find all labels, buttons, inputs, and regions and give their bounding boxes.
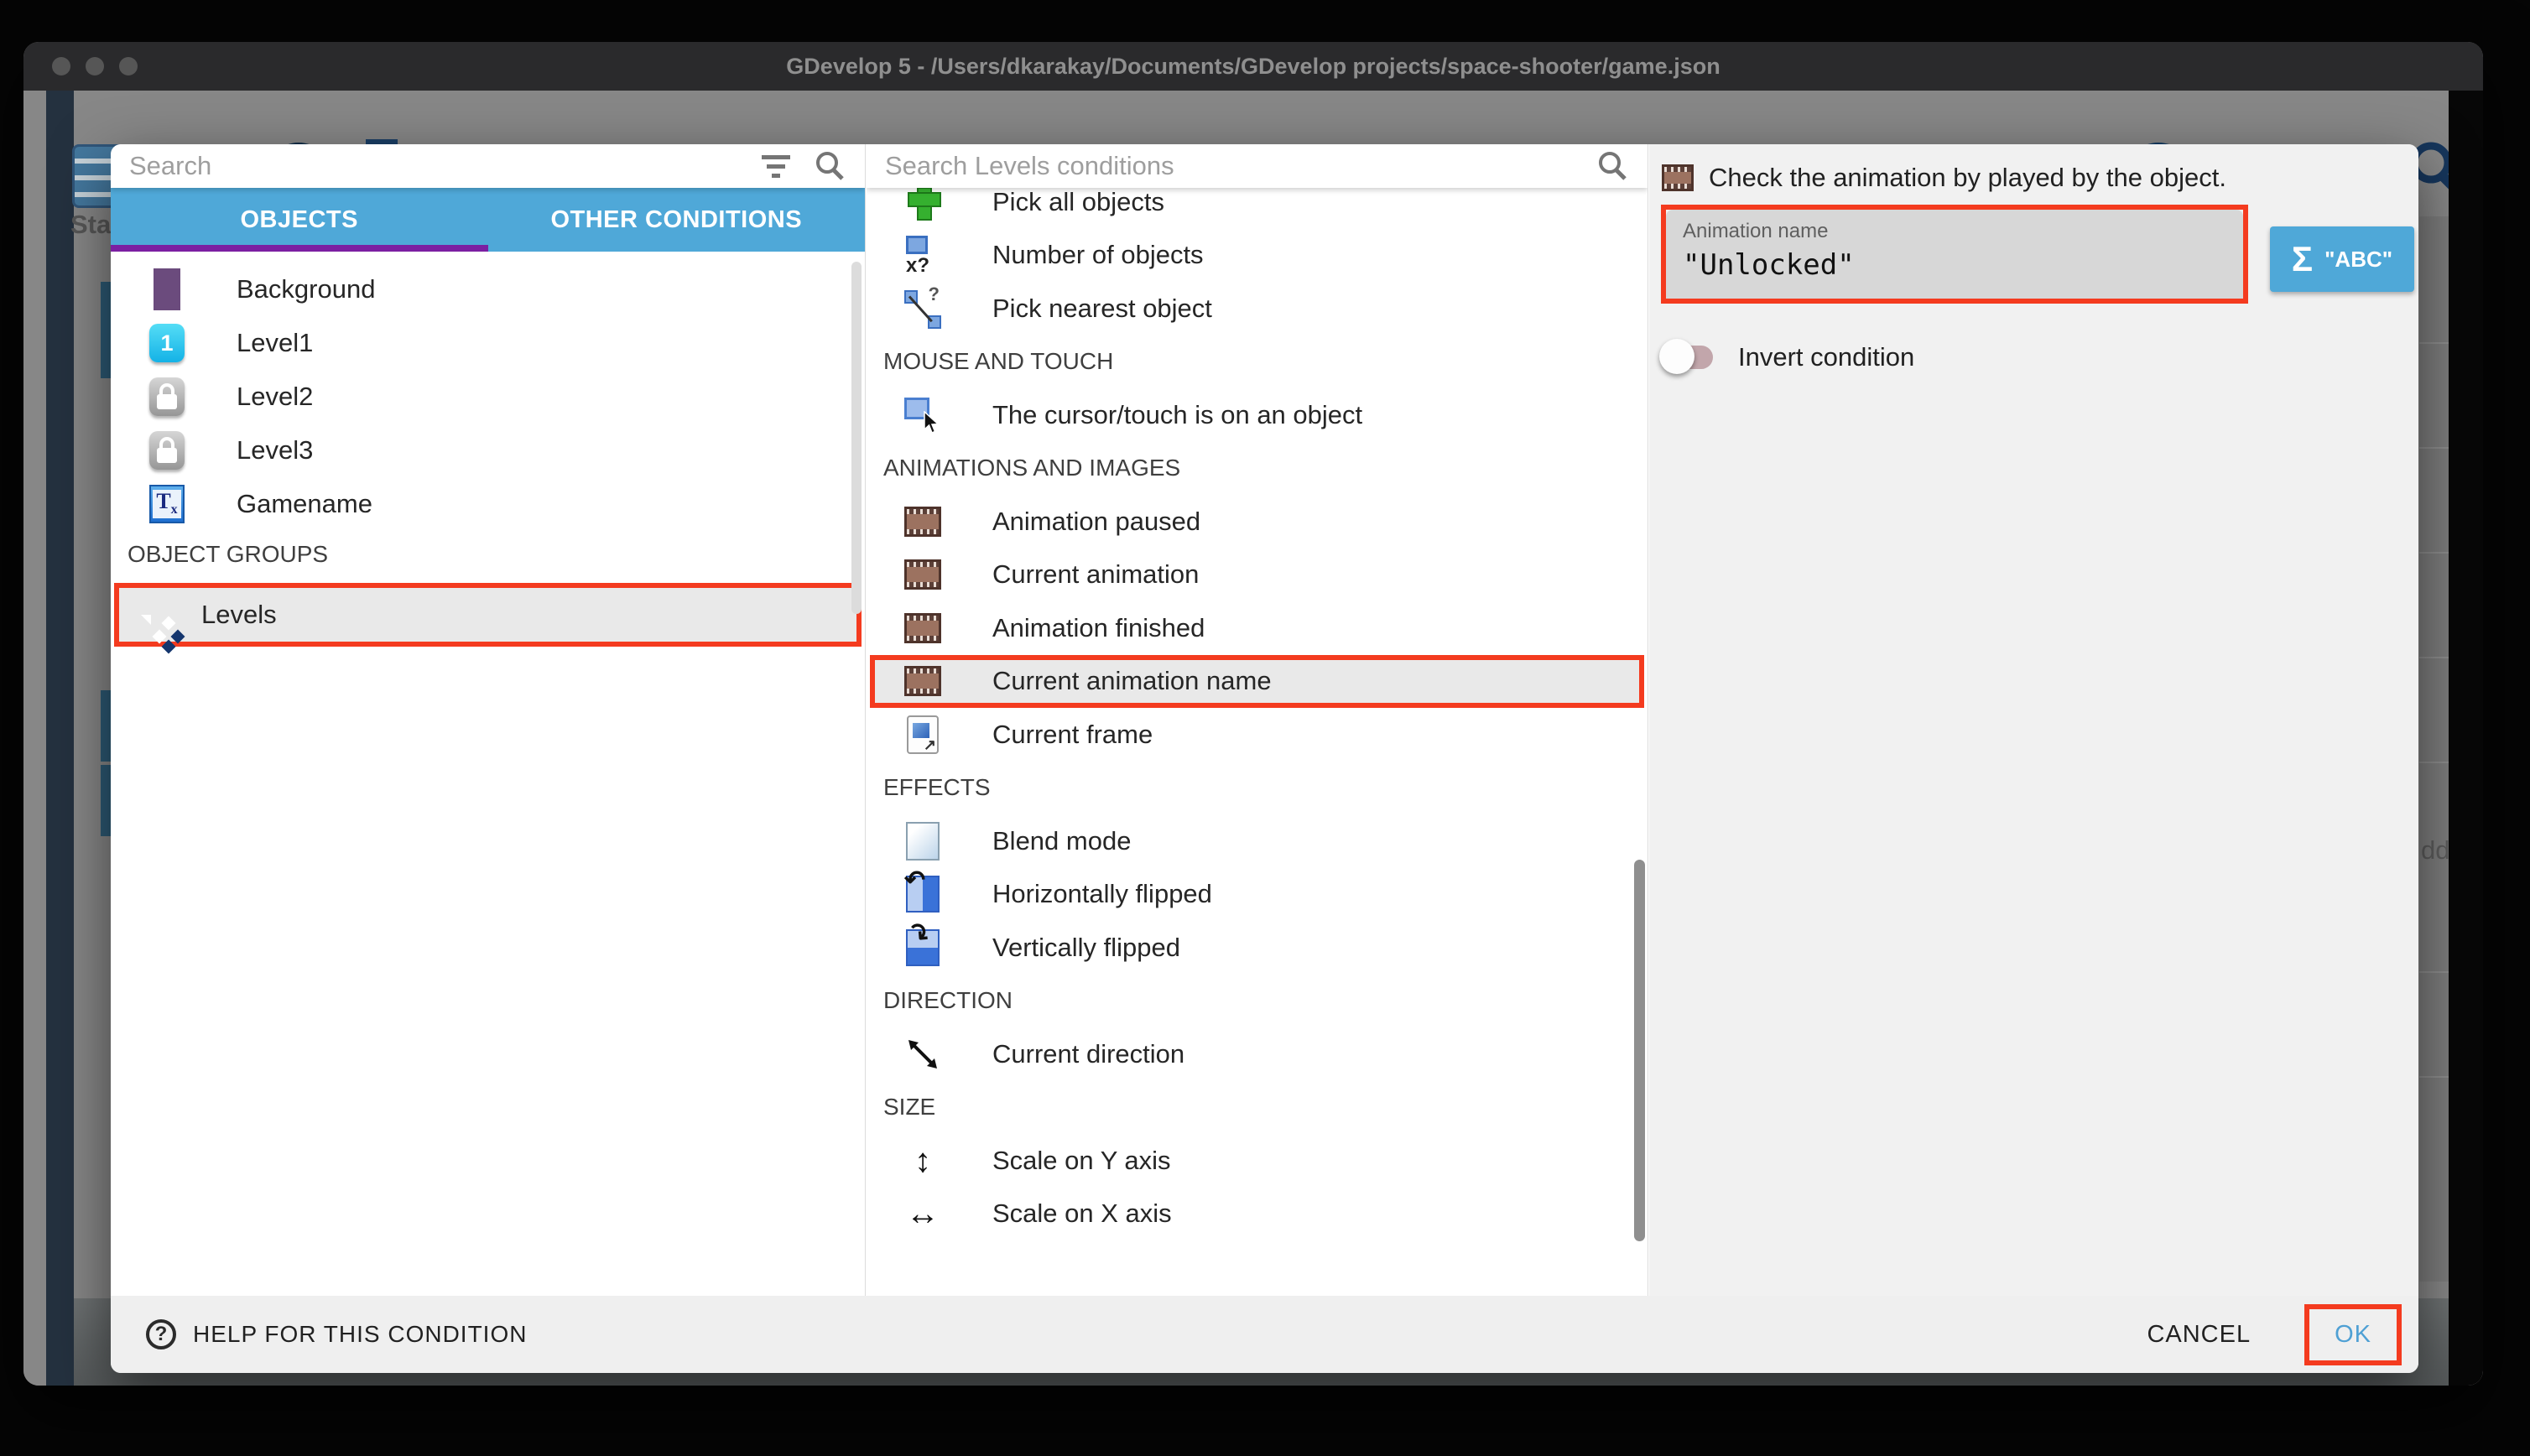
- purple-sprite-icon: [148, 268, 186, 310]
- text-object-icon: Tx: [148, 483, 186, 525]
- editor-dark-area: [2449, 91, 2483, 1386]
- condition-list-panel: Pick all objects x? Number of objects ? …: [867, 144, 1648, 1296]
- cancel-button[interactable]: CANCEL: [2130, 1309, 2267, 1360]
- invert-condition-row: Invert condition: [1659, 342, 1914, 372]
- condition-parameters-panel: Check the animation by played by the obj…: [1649, 144, 2418, 1296]
- direction-icon: [903, 1033, 942, 1075]
- animation-name-value[interactable]: "Unlocked": [1683, 248, 2226, 282]
- scale-x-icon: ↔: [903, 1193, 942, 1235]
- level1-button-icon: 1: [148, 322, 186, 364]
- search-icon: [1596, 149, 1629, 183]
- condition-scale-y[interactable]: ↕ Scale on Y axis: [867, 1134, 1648, 1188]
- cursor-on-object-icon: [903, 394, 942, 436]
- film-icon: [903, 660, 942, 702]
- frame-icon: [903, 714, 942, 756]
- expression-editor-button[interactable]: Σ "ABC": [2270, 226, 2414, 292]
- locked-button-icon: [148, 429, 186, 471]
- condition-search-row: [867, 144, 1648, 188]
- object-list: Background 1 Level1 Level2 Level3 Tx Gam…: [111, 252, 865, 647]
- list-item-level3[interactable]: Level3: [111, 424, 865, 477]
- animation-name-field[interactable]: Animation name "Unlocked": [1666, 210, 2243, 299]
- locked-button-icon: [148, 376, 186, 418]
- list-item-background[interactable]: Background: [111, 263, 865, 316]
- dialog-footer: ? HELP FOR THIS CONDITION CANCEL OK: [111, 1296, 2418, 1373]
- blend-mode-icon: [903, 820, 942, 862]
- selector-tabs: OBJECTS OTHER CONDITIONS: [111, 188, 865, 252]
- filter-icon[interactable]: [761, 153, 791, 179]
- zoom-window-button[interactable]: [119, 57, 138, 75]
- ok-button-annotation: OK: [2304, 1304, 2402, 1365]
- vertical-flip-icon: [903, 927, 942, 969]
- condition-number-of-objects[interactable]: x? Number of objects: [867, 229, 1648, 283]
- animation-name-field-annotation: Animation name "Unlocked": [1661, 205, 2248, 304]
- object-search-row: [111, 144, 865, 188]
- object-search-input[interactable]: [129, 151, 761, 181]
- section-mouse-and-touch: MOUSE AND TOUCH: [867, 335, 1648, 389]
- condition-list-scrollbar[interactable]: [1634, 860, 1645, 1241]
- window-title: GDevelop 5 - /Users/dkarakay/Documents/G…: [786, 54, 1720, 80]
- edit-condition-dialog: OBJECTS OTHER CONDITIONS Background 1 Le…: [111, 144, 2418, 1373]
- condition-search-input[interactable]: [885, 151, 1596, 181]
- condition-current-animation-name[interactable]: Current animation name: [870, 655, 1644, 709]
- close-window-button[interactable]: [52, 57, 70, 75]
- film-icon: [903, 607, 942, 649]
- condition-animation-finished[interactable]: Animation finished: [867, 601, 1648, 655]
- tab-objects[interactable]: OBJECTS: [111, 188, 488, 252]
- film-icon: [1662, 164, 1694, 191]
- horizontal-flip-icon: [903, 873, 942, 915]
- section-size: SIZE: [867, 1081, 1648, 1135]
- sigma-icon: Σ: [2292, 239, 2313, 279]
- film-icon: [903, 554, 942, 595]
- section-animations-and-images: ANIMATIONS AND IMAGES: [867, 442, 1648, 496]
- condition-horizontally-flipped[interactable]: Horizontally flipped: [867, 868, 1648, 922]
- list-item-gamename[interactable]: Tx Gamename: [111, 477, 865, 531]
- condition-animation-paused[interactable]: Animation paused: [867, 495, 1648, 549]
- animation-name-label: Animation name: [1683, 220, 2226, 243]
- condition-vertically-flipped[interactable]: Vertically flipped: [867, 921, 1648, 975]
- object-groups-header: OBJECT GROUPS: [111, 531, 865, 578]
- condition-cursor-on-object[interactable]: The cursor/touch is on an object: [867, 388, 1648, 442]
- list-item-level1[interactable]: 1 Level1: [111, 316, 865, 370]
- minimize-window-button[interactable]: [86, 57, 104, 75]
- object-selector-panel: OBJECTS OTHER CONDITIONS Background 1 Le…: [111, 144, 866, 1296]
- traffic-lights: [52, 57, 138, 75]
- object-list-scrollbar[interactable]: [851, 262, 862, 614]
- section-direction: DIRECTION: [867, 975, 1648, 1028]
- film-icon: [903, 501, 942, 543]
- condition-pick-nearest-object[interactable]: ? Pick nearest object: [867, 282, 1648, 335]
- search-icon: [813, 149, 846, 183]
- scale-y-icon: ↕: [903, 1140, 942, 1182]
- section-effects: EFFECTS: [867, 762, 1648, 815]
- condition-blend-mode[interactable]: Blend mode: [867, 814, 1648, 868]
- events-sheet-left-strip: [46, 91, 74, 1386]
- pick-nearest-icon: ?: [903, 288, 942, 330]
- condition-list: Pick all objects x? Number of objects ? …: [867, 175, 1648, 1240]
- condition-description-row: Check the animation by played by the obj…: [1662, 163, 2226, 193]
- list-item-level2[interactable]: Level2: [111, 370, 865, 424]
- condition-scale-x[interactable]: ↔ Scale on X axis: [867, 1188, 1648, 1241]
- condition-description: Check the animation by played by the obj…: [1709, 163, 2226, 193]
- titlebar: GDevelop 5 - /Users/dkarakay/Documents/G…: [23, 42, 2483, 91]
- help-icon: ?: [146, 1319, 176, 1349]
- condition-current-frame[interactable]: Current frame: [867, 708, 1648, 762]
- ok-button[interactable]: OK: [2309, 1309, 2397, 1360]
- condition-current-animation[interactable]: Current animation: [867, 549, 1648, 602]
- invert-condition-toggle[interactable]: [1659, 344, 1715, 371]
- help-for-condition-link[interactable]: ? HELP FOR THIS CONDITION: [146, 1319, 527, 1349]
- scene-tab-label-fragment: Sta: [70, 210, 111, 240]
- list-item-levels-group[interactable]: Levels: [114, 583, 862, 647]
- tab-other-conditions[interactable]: OTHER CONDITIONS: [488, 188, 866, 252]
- gdevelop-window: GDevelop 5 - /Users/dkarakay/Documents/G…: [23, 42, 2483, 1386]
- number-objects-icon: x?: [903, 234, 942, 276]
- invert-condition-label: Invert condition: [1738, 342, 1914, 372]
- condition-current-direction[interactable]: Current direction: [867, 1027, 1648, 1081]
